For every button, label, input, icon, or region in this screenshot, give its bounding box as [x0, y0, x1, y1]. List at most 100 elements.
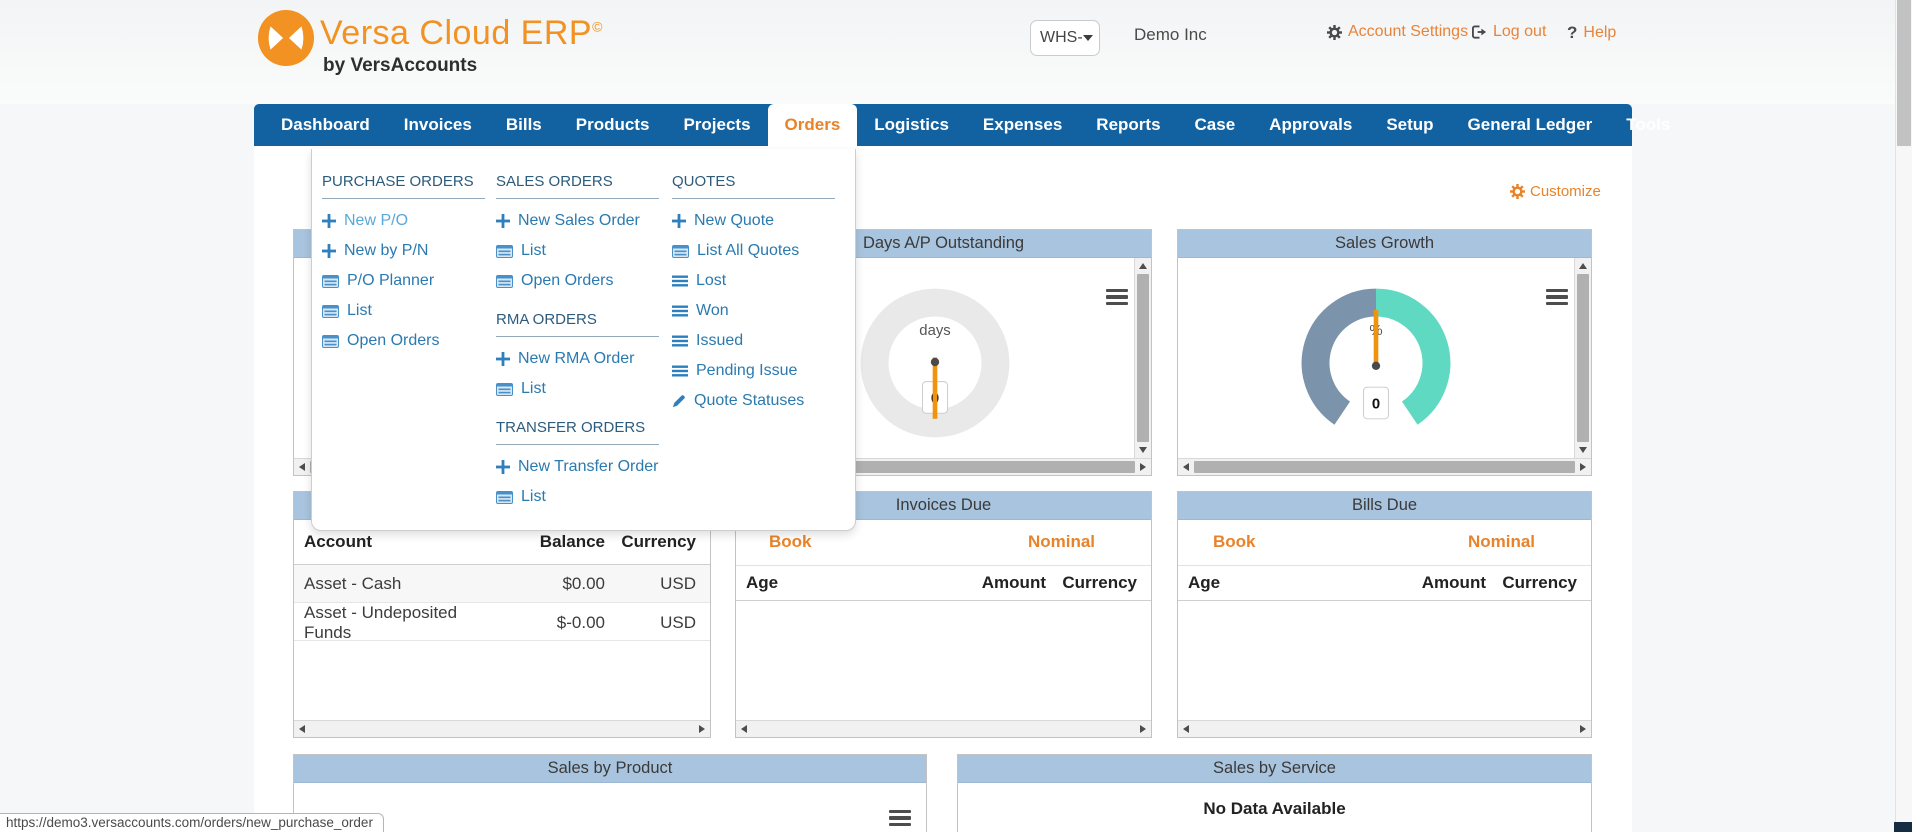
- plus-icon: [322, 214, 336, 228]
- menu-item-new-quote[interactable]: New Quote: [672, 206, 835, 236]
- logout-label: Log out: [1493, 23, 1546, 41]
- brand-byline: by VersAccounts: [323, 55, 477, 77]
- vertical-scrollbar[interactable]: [1574, 258, 1591, 458]
- table-header-row: Age Amount Currency: [1178, 566, 1591, 601]
- main-nav: Dashboard Invoices Bills Products Projec…: [254, 104, 1632, 146]
- menu-item-so-list[interactable]: List: [496, 236, 659, 266]
- table-row[interactable]: Asset - Cash $0.00 USD: [294, 565, 710, 603]
- scroll-thumb[interactable]: [1577, 274, 1589, 442]
- menu-item-list-all-quotes[interactable]: List All Quotes: [672, 236, 835, 266]
- help-link[interactable]: ? Help: [1567, 23, 1616, 43]
- menu-item-quotes-won[interactable]: Won: [672, 296, 835, 326]
- chart-menu-icon[interactable]: [889, 810, 911, 827]
- tab-case[interactable]: Case: [1178, 104, 1253, 146]
- table-header-row: Age Amount Currency: [736, 566, 1151, 601]
- scroll-left-icon[interactable]: [294, 459, 310, 475]
- menu-item-quote-statuses[interactable]: Quote Statuses: [672, 386, 835, 416]
- plus-icon: [322, 244, 336, 258]
- column-header: Currency: [1486, 573, 1591, 593]
- list-icon: [496, 275, 513, 288]
- menu-item-quotes-issued[interactable]: Issued: [672, 326, 835, 356]
- menu-item-new-sales-order[interactable]: New Sales Order: [496, 206, 659, 236]
- tab-approvals[interactable]: Approvals: [1252, 104, 1369, 146]
- menu-item-to-list[interactable]: List: [496, 482, 659, 512]
- menu-item-rma-list[interactable]: List: [496, 374, 659, 404]
- table-row[interactable]: Asset - Undeposited Funds $-0.00 USD: [294, 603, 710, 641]
- scroll-right-icon[interactable]: [1135, 459, 1151, 475]
- scroll-right-icon[interactable]: [1135, 721, 1151, 737]
- menu-item-quotes-pending-issue[interactable]: Pending Issue: [672, 356, 835, 386]
- menu-item-new-rma-order[interactable]: New RMA Order: [496, 344, 659, 374]
- tab-book[interactable]: Book: [1213, 532, 1256, 552]
- scroll-up-icon[interactable]: [1135, 258, 1151, 274]
- tab-orders[interactable]: Orders: [768, 104, 858, 146]
- menu-section-title: TRANSFER ORDERS: [496, 416, 659, 445]
- list-icon: [322, 335, 339, 348]
- warehouse-value: WHS-: [1040, 29, 1083, 47]
- tab-nominal[interactable]: Nominal: [1028, 532, 1095, 552]
- scroll-right-icon[interactable]: [1575, 721, 1591, 737]
- tab-dashboard[interactable]: Dashboard: [264, 104, 387, 146]
- scroll-left-icon[interactable]: [1178, 459, 1194, 475]
- menu-item-new-by-pn[interactable]: New by P/N: [322, 236, 485, 266]
- gauge-value: 0: [1372, 397, 1380, 413]
- tab-invoices[interactable]: Invoices: [387, 104, 489, 146]
- tab-bills[interactable]: Bills: [489, 104, 559, 146]
- tab-products[interactable]: Products: [559, 104, 667, 146]
- menu-item-po-planner[interactable]: P/O Planner: [322, 266, 485, 296]
- gear-icon: [1327, 25, 1342, 40]
- menu-column-purchase: PURCHASE ORDERS New P/O New by P/N P/O P…: [322, 170, 485, 356]
- column-header: Amount: [1371, 573, 1486, 593]
- menu-item-po-open-orders[interactable]: Open Orders: [322, 326, 485, 356]
- warehouse-selector[interactable]: WHS-: [1030, 20, 1100, 56]
- scroll-left-icon[interactable]: [1178, 721, 1194, 737]
- scroll-right-icon[interactable]: [694, 721, 710, 737]
- scroll-thumb[interactable]: [1194, 461, 1575, 473]
- scroll-left-icon[interactable]: [294, 721, 310, 737]
- tab-projects[interactable]: Projects: [666, 104, 767, 146]
- tab-book[interactable]: Book: [769, 532, 812, 552]
- gauge-needle: [1374, 310, 1379, 368]
- page-scroll-thumb[interactable]: [1897, 0, 1911, 146]
- scroll-down-icon[interactable]: [1575, 442, 1591, 458]
- account-settings-link[interactable]: Account Settings: [1327, 23, 1468, 41]
- book-nominal-tabs: Book Nominal: [1178, 520, 1591, 566]
- list-icon: [496, 245, 513, 258]
- tab-tools[interactable]: Tools: [1609, 104, 1687, 146]
- customize-link[interactable]: Customize: [1510, 183, 1601, 200]
- menu-item-new-po[interactable]: New P/O: [322, 206, 485, 236]
- tab-logistics[interactable]: Logistics: [857, 104, 966, 146]
- scroll-up-icon[interactable]: [1575, 258, 1591, 274]
- tab-setup[interactable]: Setup: [1369, 104, 1450, 146]
- logout-link[interactable]: Log out: [1472, 23, 1546, 41]
- page-scrollbar[interactable]: [1895, 0, 1912, 832]
- menu-item-new-transfer-order[interactable]: New Transfer Order: [496, 452, 659, 482]
- list-icon: [322, 305, 339, 318]
- menu-item-so-open-orders[interactable]: Open Orders: [496, 266, 659, 296]
- tab-general-ledger[interactable]: General Ledger: [1451, 104, 1610, 146]
- tab-reports[interactable]: Reports: [1079, 104, 1177, 146]
- chart-menu-icon[interactable]: [1106, 289, 1128, 306]
- menu-section-title: SALES ORDERS: [496, 170, 659, 199]
- scroll-right-icon[interactable]: [1575, 459, 1591, 475]
- tab-expenses[interactable]: Expenses: [966, 104, 1079, 146]
- chart-menu-icon[interactable]: [1546, 289, 1568, 306]
- horizontal-scrollbar[interactable]: [1178, 458, 1591, 475]
- top-header: Versa Cloud ERP© by VersAccounts WHS- De…: [0, 0, 1912, 104]
- horizontal-scrollbar[interactable]: [1178, 720, 1591, 737]
- scroll-down-icon[interactable]: [1135, 442, 1151, 458]
- column-header: Age: [1178, 573, 1371, 593]
- tab-nominal[interactable]: Nominal: [1468, 532, 1535, 552]
- scroll-thumb[interactable]: [1137, 274, 1149, 442]
- horizontal-scrollbar[interactable]: [736, 720, 1151, 737]
- plus-icon: [496, 460, 510, 474]
- horizontal-scrollbar[interactable]: [294, 720, 710, 737]
- menu-item-po-list[interactable]: List: [322, 296, 485, 326]
- column-header: Balance: [490, 532, 605, 552]
- vertical-scrollbar[interactable]: [1134, 258, 1151, 458]
- scroll-left-icon[interactable]: [736, 721, 752, 737]
- bars-icon: [672, 335, 688, 347]
- menu-item-quotes-lost[interactable]: Lost: [672, 266, 835, 296]
- menu-section-title: RMA ORDERS: [496, 308, 659, 337]
- brand-title: Versa Cloud ERP©: [320, 14, 603, 53]
